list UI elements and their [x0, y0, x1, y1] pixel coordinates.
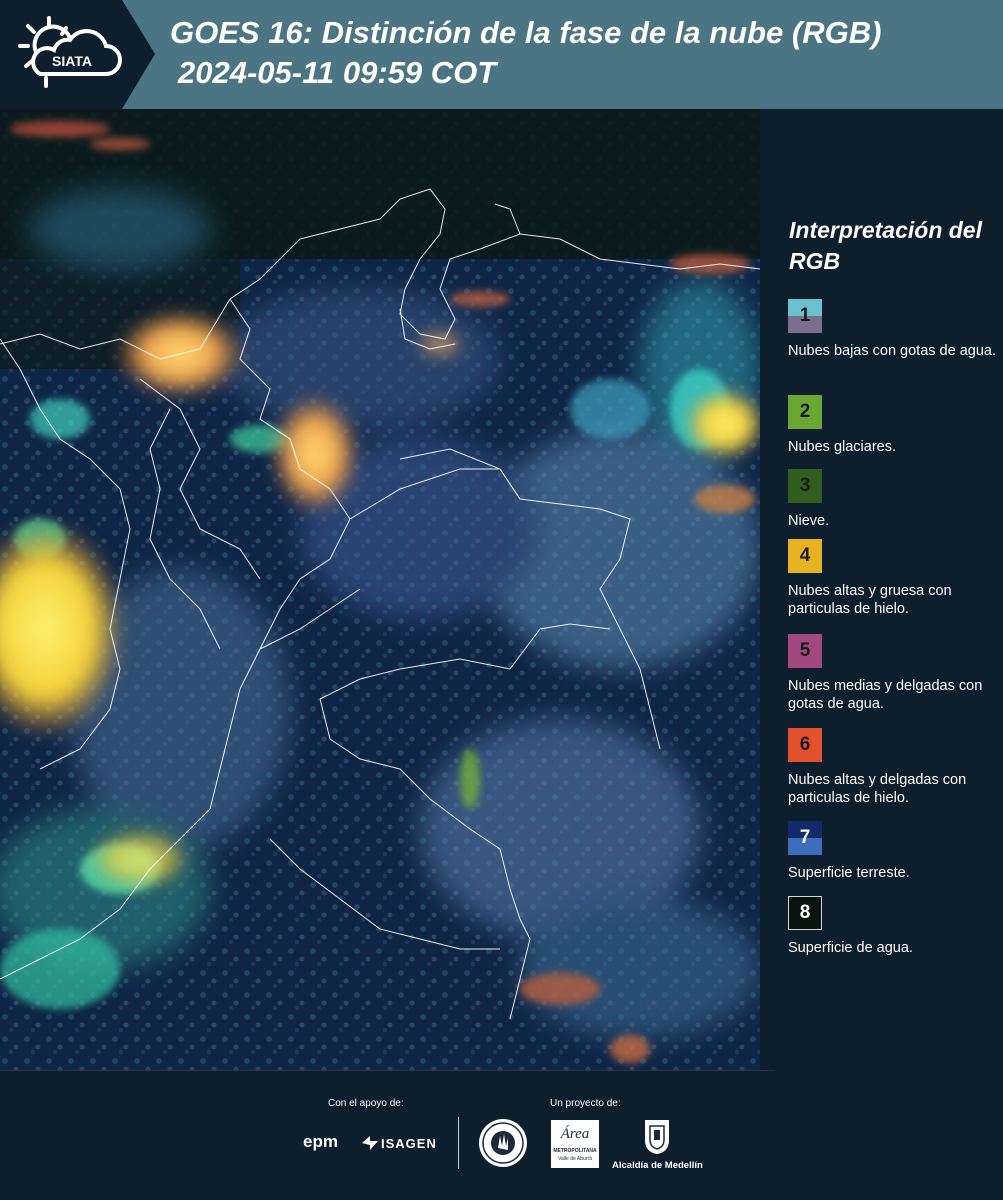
metropolitana-text: METROPOLITANA	[553, 1148, 597, 1154]
footer: Con el apoyo de: Un proyecto de: epm ISA…	[0, 1070, 1003, 1200]
legend-label: Nubes bajas con gotas de agua.	[788, 343, 996, 359]
legend-swatch: 5	[788, 634, 822, 668]
header-bar: SIATA GOES 16: Distinción de la fase de …	[0, 0, 1003, 109]
legend-label: Superficie de agua.	[788, 940, 913, 956]
footer-divider	[0, 1070, 775, 1071]
project-label: Un proyecto de:	[550, 1098, 621, 1109]
seal-logo[interactable]	[478, 1118, 528, 1168]
legend-label: Nieve.	[788, 513, 830, 529]
legend-swatch: 4	[788, 539, 822, 573]
epm-logo[interactable]: epm	[303, 1132, 338, 1152]
satellite-image	[0, 109, 760, 1070]
legend-swatch: 3	[788, 469, 822, 503]
medellin-shield-icon[interactable]	[643, 1118, 671, 1156]
legend-label: Superficie terreste.	[788, 865, 910, 881]
legend-label: Nubes altas y delgadas con particulas de…	[788, 772, 967, 806]
legend-swatch: 2	[788, 395, 822, 429]
legend-swatch: 1	[788, 299, 822, 333]
legend-swatch: 7	[788, 821, 822, 855]
page-title: GOES 16: Distinción de la fase de la nub…	[170, 15, 882, 50]
logo-divider	[458, 1117, 459, 1169]
page-timestamp: 2024-05-11 09:59 COT	[178, 55, 497, 90]
siata-logo[interactable]: SIATA	[0, 0, 155, 109]
area-text: Área	[560, 1126, 590, 1142]
area-metropolitana-logo[interactable]: Área METROPOLITANA Valle de Aburrá	[551, 1120, 599, 1168]
legend-title: Interpretación del RGB	[789, 217, 982, 274]
sun-cloud-icon: SIATA	[18, 16, 122, 88]
isagen-icon	[362, 1136, 378, 1150]
legend-label: Nubes glaciares.	[788, 439, 896, 455]
isagen-logo[interactable]: ISAGEN	[381, 1136, 437, 1151]
valle-text: Valle de Aburrá	[558, 1156, 592, 1162]
alcaldia-label: Alcaldía de Medellín	[612, 1160, 703, 1171]
legend-label: Nubes altas y gruesa con particulas de h…	[788, 583, 952, 617]
legend-swatch: 8	[788, 896, 822, 930]
legend-panel: Interpretación del RGB 1 Nubes bajas con…	[760, 109, 1003, 1070]
legend-swatch: 6	[788, 728, 822, 762]
svg-text:SIATA: SIATA	[52, 53, 92, 69]
support-label: Con el apoyo de:	[328, 1098, 404, 1109]
satellite-map[interactable]	[0, 109, 760, 1070]
legend-label: Nubes medias y delgadas con gotas de agu…	[788, 678, 983, 712]
